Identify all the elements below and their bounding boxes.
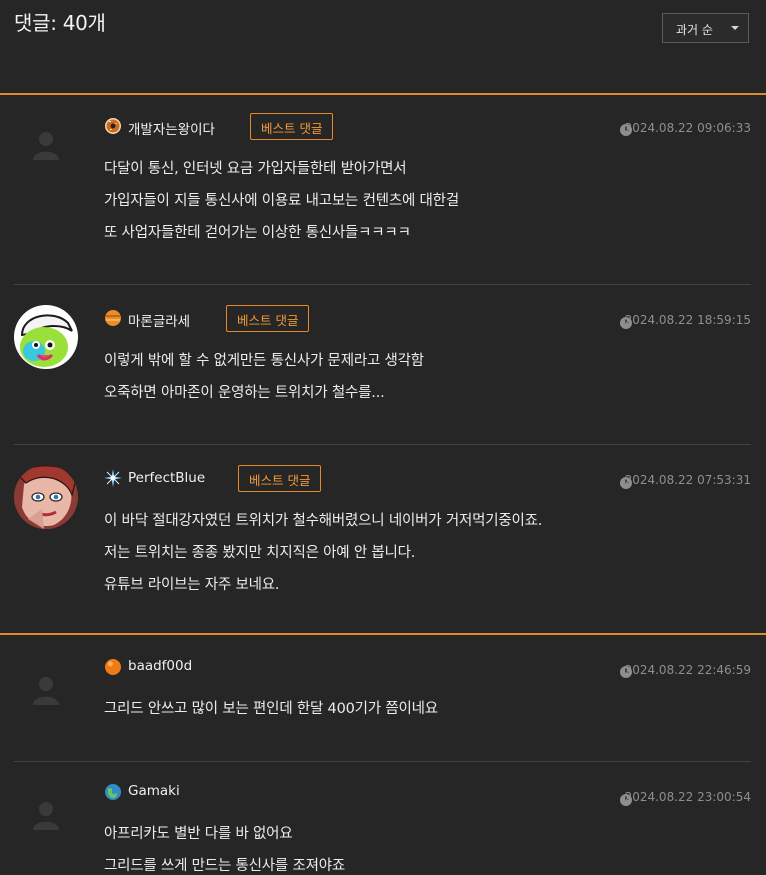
best-comment-badge: 베스트 댓글 bbox=[238, 465, 322, 492]
comment-text-line: 오죽하면 아마존이 운영하는 트위치가 철수를... bbox=[104, 385, 385, 401]
best-comment-badge: 베스트 댓글 bbox=[250, 113, 334, 140]
default-avatar-icon bbox=[33, 802, 59, 830]
comment-text-line: 그리드 안쓰고 많이 보는 편인데 한달 400기가 쯤이네요 bbox=[104, 701, 438, 717]
comment-text-line: 유튜브 라이브는 자주 보네요. bbox=[104, 577, 280, 593]
comment-author-nickname[interactable]: 개발자는왕이다 bbox=[128, 118, 215, 138]
comic-face-avatar[interactable] bbox=[14, 465, 78, 529]
comment-date: 2024.08.22 22:46:59 bbox=[624, 663, 751, 677]
comment-author-nickname[interactable]: PerfectBlue bbox=[128, 470, 205, 486]
comment-text-line: 이 바닥 절대강자였던 트위치가 철수해버렸으니 네이버가 거저먹기중이죠. bbox=[104, 513, 543, 529]
comment-text-line: 그리드를 쓰게 만드는 통신사를 조져야죠 bbox=[104, 858, 346, 874]
comment-item: Gamaki 2024.08.22 23:00:54 아프리카도 별반 다를 바… bbox=[0, 762, 766, 875]
comment-author-nickname[interactable]: baadf00d bbox=[128, 658, 192, 674]
default-avatar-icon bbox=[33, 677, 59, 705]
comments-header: 댓글: 40개 과거 순 bbox=[0, 0, 766, 94]
comment-text-line: 다달이 통신, 인터넷 요금 가입자들한테 받아가면서 bbox=[104, 161, 407, 177]
comment-text-line: 저는 트위치는 종종 봤지만 치지직은 아예 안 봅니다. bbox=[104, 545, 416, 561]
chevron-down-icon bbox=[731, 26, 739, 30]
comment-date: 2024.08.22 09:06:33 bbox=[624, 121, 751, 135]
comment-date: 2024.08.22 07:53:31 bbox=[624, 473, 751, 487]
planet-icon bbox=[105, 310, 121, 326]
sort-order-select[interactable]: 과거 순 bbox=[662, 13, 749, 43]
comment-item: PerfectBlue 베스트 댓글 2024.08.22 07:53:31 이… bbox=[0, 445, 766, 633]
comment-text-line: 가입자들이 지들 통신사에 이용료 내고보는 컨텐츠에 대한걸 bbox=[104, 193, 459, 209]
globe-icon bbox=[105, 784, 121, 800]
parrot-avatar[interactable] bbox=[14, 305, 78, 369]
comment-item: 마론글라세 베스트 댓글 2024.08.22 18:59:15 이렇게 밖에 … bbox=[0, 285, 766, 445]
best-comment-badge: 베스트 댓글 bbox=[226, 305, 310, 332]
comment-author-nickname[interactable]: Gamaki bbox=[128, 783, 180, 799]
comment-item: 개발자는왕이다 베스트 댓글 2024.08.22 09:06:33 다달이 통… bbox=[0, 95, 766, 285]
donut-icon bbox=[105, 118, 121, 134]
comment-text-line: 또 사업자들한테 걷어가는 이상한 통신사들ㅋㅋㅋㅋ bbox=[104, 225, 411, 241]
comment-author-nickname[interactable]: 마론글라세 bbox=[128, 310, 190, 330]
sparkle-icon bbox=[104, 469, 122, 487]
comment-text-line: 아프리카도 별반 다를 바 없어요 bbox=[104, 826, 293, 842]
sort-order-label: 과거 순 bbox=[676, 23, 713, 37]
default-avatar-icon bbox=[33, 132, 59, 160]
comment-date: 2024.08.22 18:59:15 bbox=[624, 313, 751, 327]
comment-count-title: 댓글: 40개 bbox=[14, 11, 106, 35]
comment-item: baadf00d 2024.08.22 22:46:59 그리드 안쓰고 많이 … bbox=[0, 635, 766, 761]
comment-text-line: 이렇게 밖에 할 수 없게만든 통신사가 문제라고 생각함 bbox=[104, 353, 424, 369]
orange-ball-icon bbox=[105, 659, 121, 675]
comment-date: 2024.08.22 23:00:54 bbox=[624, 790, 751, 804]
